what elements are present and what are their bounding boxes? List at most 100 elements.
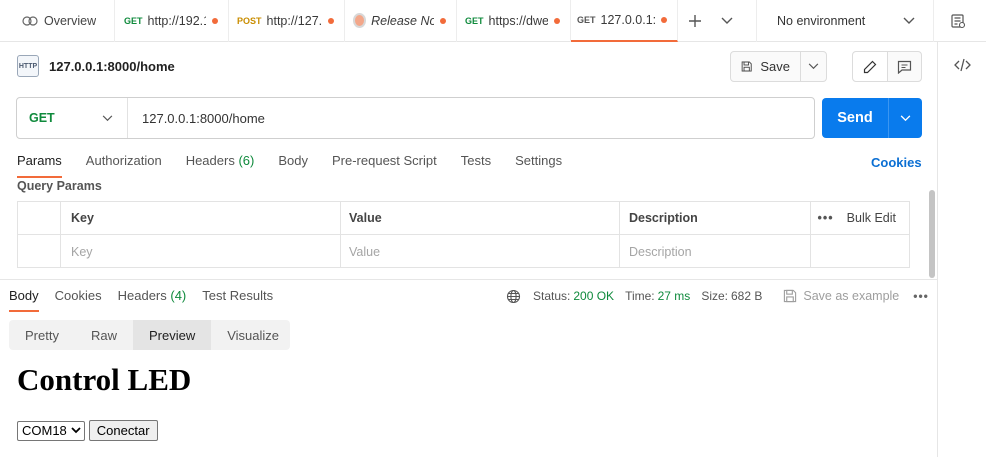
method-selector[interactable]: GET bbox=[17, 98, 128, 138]
save-options-button[interactable] bbox=[801, 63, 826, 70]
globe-icon[interactable] bbox=[506, 289, 521, 304]
cookies-link[interactable]: Cookies bbox=[871, 155, 922, 170]
more-icon[interactable]: ••• bbox=[818, 211, 834, 225]
unsaved-dot-icon bbox=[554, 17, 560, 24]
tab-label: Body bbox=[9, 288, 39, 303]
tab-headers[interactable]: Headers (6) bbox=[186, 152, 255, 178]
tab-count: (4) bbox=[170, 288, 187, 303]
tab-release-note[interactable]: Release Note bbox=[345, 0, 457, 42]
environment-label: No environment bbox=[777, 13, 866, 28]
edit-button[interactable] bbox=[853, 52, 888, 81]
release-note-icon bbox=[353, 13, 367, 28]
tab-method: GET bbox=[124, 15, 143, 26]
plus-icon bbox=[689, 14, 701, 27]
more-options-icon[interactable]: ••• bbox=[913, 289, 929, 303]
send-options-button[interactable] bbox=[889, 98, 922, 138]
view-pretty[interactable]: Pretty bbox=[9, 320, 75, 350]
empty-cell bbox=[811, 235, 909, 268]
environment-quick-look-button[interactable] bbox=[934, 0, 982, 42]
preview-controls: COM18 Conectar bbox=[17, 420, 158, 441]
http-icon: HTTP bbox=[17, 55, 39, 77]
description-input[interactable]: Description bbox=[620, 235, 811, 268]
chevron-down-icon bbox=[900, 114, 911, 121]
new-tab-button[interactable] bbox=[678, 0, 712, 42]
save-label: Save bbox=[760, 59, 790, 74]
save-icon bbox=[784, 289, 797, 303]
method-label: GET bbox=[29, 111, 55, 125]
table-header-row: Key Value Description ••• Bulk Edit bbox=[18, 202, 909, 235]
time-value[interactable]: 27 ms bbox=[658, 289, 691, 303]
save-button[interactable]: Save bbox=[731, 52, 801, 81]
tab-label: Params bbox=[17, 153, 62, 168]
tab-response-headers[interactable]: Headers (4) bbox=[118, 287, 187, 312]
environment-selector[interactable]: No environment bbox=[756, 0, 934, 42]
comments-button[interactable] bbox=[888, 52, 922, 81]
column-header-key: Key bbox=[61, 202, 341, 234]
comment-icon bbox=[897, 60, 911, 74]
request-tabs: Params Authorization Headers (6) Body Pr… bbox=[17, 152, 586, 178]
response-meta: Status: 200 OK Time: 27 ms Size: 682 B S… bbox=[506, 287, 929, 305]
bulk-edit-label: Bulk Edit bbox=[846, 211, 896, 225]
size-value[interactable]: 682 B bbox=[731, 289, 762, 303]
unsaved-dot-icon bbox=[661, 16, 667, 23]
view-raw[interactable]: Raw bbox=[75, 320, 133, 350]
checkbox-column-header bbox=[18, 202, 61, 234]
tab-label: Tests bbox=[460, 153, 492, 168]
request-name[interactable]: 127.0.0.1:8000/home bbox=[49, 59, 175, 74]
tab-method: POST bbox=[237, 15, 262, 26]
send-button[interactable]: Send bbox=[822, 98, 889, 138]
tab-settings[interactable]: Settings bbox=[515, 152, 562, 178]
tab-pre-request-script[interactable]: Pre-request Script bbox=[332, 152, 437, 178]
query-params-title: Query Params bbox=[17, 179, 102, 193]
tab-list-button[interactable] bbox=[712, 0, 742, 42]
column-header-value: Value bbox=[341, 202, 620, 234]
code-snippet-button[interactable] bbox=[954, 58, 971, 75]
unsaved-dot-icon bbox=[440, 17, 446, 24]
save-as-example-button[interactable]: Save as example bbox=[783, 289, 899, 303]
tab-body[interactable]: Body bbox=[278, 152, 308, 178]
column-header-description: Description bbox=[620, 202, 811, 234]
tab-title: Overview bbox=[44, 13, 97, 28]
view-mode-selector: Pretty Raw Preview Visualize bbox=[9, 320, 290, 350]
tab-title: 127.0.0.1:800 bbox=[600, 12, 655, 27]
tab-request-active[interactable]: GET 127.0.0.1:800 bbox=[571, 0, 678, 42]
tab-count: (6) bbox=[238, 153, 255, 168]
code-icon bbox=[954, 58, 971, 72]
port-select[interactable]: COM18 bbox=[17, 420, 85, 441]
status-value[interactable]: 200 OK bbox=[573, 289, 614, 303]
environment-quick-look-icon bbox=[951, 13, 966, 28]
tab-label: Test Results bbox=[202, 288, 274, 303]
url-input[interactable]: 127.0.0.1:8000/home bbox=[128, 111, 265, 126]
connect-button[interactable]: Conectar bbox=[88, 420, 158, 441]
request-header: HTTP 127.0.0.1:8000/home bbox=[17, 55, 175, 77]
bulk-edit-button[interactable]: ••• Bulk Edit bbox=[811, 202, 909, 234]
tab-title: http://127.0 bbox=[266, 13, 322, 28]
tab-response-cookies[interactable]: Cookies bbox=[55, 287, 102, 312]
overview-icon bbox=[22, 15, 38, 27]
scrollbar[interactable] bbox=[929, 190, 935, 278]
tab-test-results[interactable]: Test Results bbox=[202, 287, 273, 312]
port-selected-value: COM18 bbox=[22, 423, 67, 438]
tab-response-body[interactable]: Body bbox=[9, 287, 39, 312]
preview-heading: Control LED bbox=[17, 362, 192, 397]
tab-label: Settings bbox=[515, 153, 563, 168]
tab-request[interactable]: GET https://dwee bbox=[457, 0, 571, 42]
tab-title: Release Note bbox=[371, 13, 434, 28]
view-preview[interactable]: Preview bbox=[132, 320, 212, 350]
tab-request[interactable]: POST http://127.0 bbox=[229, 0, 345, 42]
tab-params[interactable]: Params bbox=[17, 152, 62, 178]
value-input[interactable]: Value bbox=[341, 235, 620, 268]
tab-tests[interactable]: Tests bbox=[461, 152, 491, 178]
tab-request[interactable]: GET http://192.16 bbox=[115, 0, 229, 42]
key-input[interactable]: Key bbox=[61, 235, 341, 268]
tab-label: Headers bbox=[117, 288, 167, 303]
row-checkbox-cell bbox=[18, 235, 61, 268]
tab-authorization[interactable]: Authorization bbox=[86, 152, 162, 178]
send-button-group: Send bbox=[822, 98, 922, 138]
tab-overview[interactable]: Overview bbox=[0, 0, 115, 42]
view-visualize[interactable]: Visualize bbox=[211, 320, 295, 350]
chevron-down-icon bbox=[102, 114, 113, 121]
status-label: Status: bbox=[533, 289, 571, 303]
pane-divider[interactable] bbox=[0, 279, 937, 280]
save-as-example-label: Save as example bbox=[803, 289, 900, 303]
